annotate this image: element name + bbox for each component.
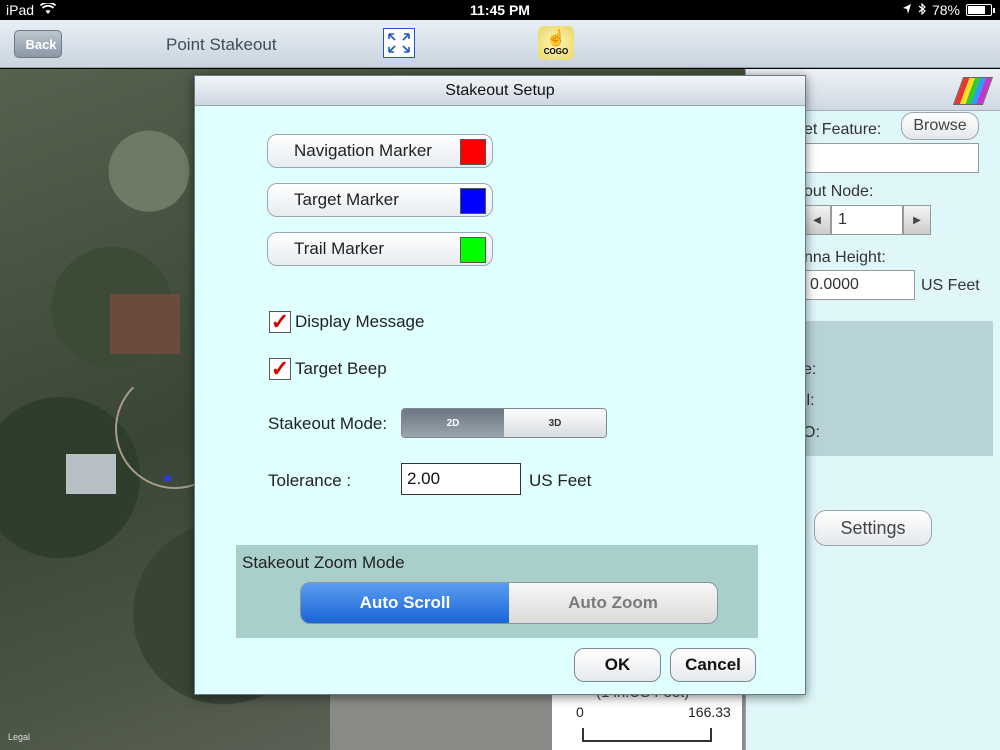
zoom-mode-title: Stakeout Zoom Mode [242, 553, 405, 572]
palette-icon[interactable] [952, 77, 994, 105]
status-bar: iPad 11:45 PM 78% [0, 0, 1000, 20]
tolerance-unit: US Feet [529, 471, 592, 490]
display-message-option[interactable]: ✓ Display Message [269, 311, 424, 333]
stakeout-setup-dialog: Stakeout Setup Navigation Marker Target … [194, 75, 806, 695]
page-title: Point Stakeout [166, 35, 277, 54]
cogo-label: COGO [543, 46, 569, 56]
trail-marker-button[interactable]: Trail Marker [267, 232, 493, 266]
antenna-height-field[interactable]: 0.0000 [803, 270, 915, 300]
legal-link[interactable]: Legal [8, 732, 30, 742]
expand-icon[interactable] [383, 28, 415, 58]
stakeout-mode-label: Stakeout Mode: [268, 414, 388, 433]
location-icon [902, 2, 912, 18]
target-marker-swatch [460, 188, 486, 214]
display-message-label: Display Message [295, 312, 425, 331]
target-feature-label: et Feature: [804, 121, 882, 138]
scale-start: 0 [576, 704, 584, 720]
cogo-button[interactable]: ☝ COGO [538, 26, 574, 60]
node-field[interactable]: 1 [831, 205, 903, 235]
display-message-checkbox[interactable]: ✓ [269, 311, 291, 333]
target-feature-field[interactable] [803, 143, 979, 173]
stakeout-info-box: e: ll: O: [803, 321, 993, 456]
zoom-mode-group: Stakeout Zoom Mode Auto Scroll Auto Zoom [236, 545, 758, 638]
scale-bar: (1 in:US Feet) 0 166.33 [552, 684, 742, 750]
auto-zoom-segment[interactable]: Auto Zoom [509, 583, 717, 623]
target-beep-option[interactable]: ✓ Target Beep [269, 358, 387, 380]
battery-percent: 78% [931, 2, 960, 18]
marker-label: Trail Marker [294, 239, 385, 258]
ok-button[interactable]: OK [574, 648, 661, 682]
previous-node-button[interactable]: ◀ [803, 205, 831, 235]
map-building [110, 294, 180, 354]
target-beep-label: Target Beep [295, 359, 387, 378]
mode-3d-segment[interactable]: 3D [504, 409, 606, 437]
battery-icon [966, 4, 995, 16]
hand-pointer-icon: ☝ [546, 29, 566, 47]
map-building [66, 454, 116, 494]
antenna-height-label: nna Height: [804, 249, 886, 266]
bluetooth-icon [918, 2, 926, 18]
antenna-height-unit: US Feet [921, 277, 980, 294]
stakeout-node-label: out Node: [804, 183, 874, 200]
mode-2d-segment[interactable]: 2D [402, 409, 504, 437]
target-marker-button[interactable]: Target Marker [267, 183, 493, 217]
browse-button[interactable]: Browse [901, 112, 979, 140]
marker-label: Navigation Marker [294, 141, 432, 160]
navigation-bar: Back Point Stakeout ☝ COGO [0, 20, 1000, 68]
navigation-marker-swatch [460, 139, 486, 165]
zoom-mode-segmented-control: Auto Scroll Auto Zoom [300, 582, 718, 624]
tolerance-label: Tolerance : [268, 471, 352, 490]
cancel-button[interactable]: Cancel [670, 648, 756, 682]
settings-button[interactable]: Settings [814, 510, 932, 546]
navigation-marker-dot [164, 475, 171, 482]
auto-scroll-segment[interactable]: Auto Scroll [301, 583, 509, 623]
scale-end: 166.33 [688, 704, 731, 720]
navigation-marker-button[interactable]: Navigation Marker [267, 134, 493, 168]
back-button[interactable]: Back [14, 30, 62, 58]
next-node-button[interactable]: ▶ [903, 205, 931, 235]
clock: 11:45 PM [470, 2, 530, 18]
tolerance-input[interactable]: 2.00 [401, 463, 521, 495]
dialog-title: Stakeout Setup [195, 76, 805, 106]
stakeout-mode-segmented-control: 2D 3D [401, 408, 607, 438]
trail-marker-swatch [460, 237, 486, 263]
target-beep-checkbox[interactable]: ✓ [269, 358, 291, 380]
scale-bar-line [582, 728, 712, 742]
marker-label: Target Marker [294, 190, 399, 209]
